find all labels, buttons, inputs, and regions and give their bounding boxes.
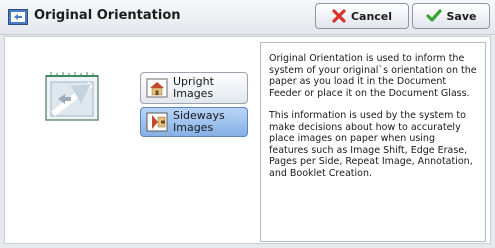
document-preview-icon (45, 72, 99, 121)
info-panel: Original Orientation is used to inform t… (260, 42, 486, 242)
upright-house-icon (146, 78, 168, 98)
title-bar: Original Orientation Cancel Save (0, 0, 495, 35)
info-paragraph-1: Original Orientation is used to inform t… (269, 53, 477, 99)
checkmark-icon (425, 9, 442, 22)
upright-images-label: Upright Images (173, 75, 214, 100)
info-paragraph-2: This information is used by the system t… (269, 110, 473, 179)
sideways-images-button[interactable]: Sideways Images (140, 107, 248, 137)
save-label: Save (446, 9, 477, 23)
save-button[interactable]: Save (412, 3, 490, 29)
cancel-label: Cancel (350, 9, 393, 23)
close-icon (332, 9, 346, 23)
upright-images-button[interactable]: Upright Images (140, 72, 248, 104)
sideways-images-label: Sideways Images (173, 109, 225, 134)
cancel-button[interactable]: Cancel (315, 3, 409, 29)
original-orientation-window: Original Orientation Cancel Save Upright… (0, 0, 495, 248)
orientation-icon (8, 9, 28, 25)
sideways-house-icon (146, 112, 168, 132)
page-title: Original Orientation (34, 8, 181, 23)
